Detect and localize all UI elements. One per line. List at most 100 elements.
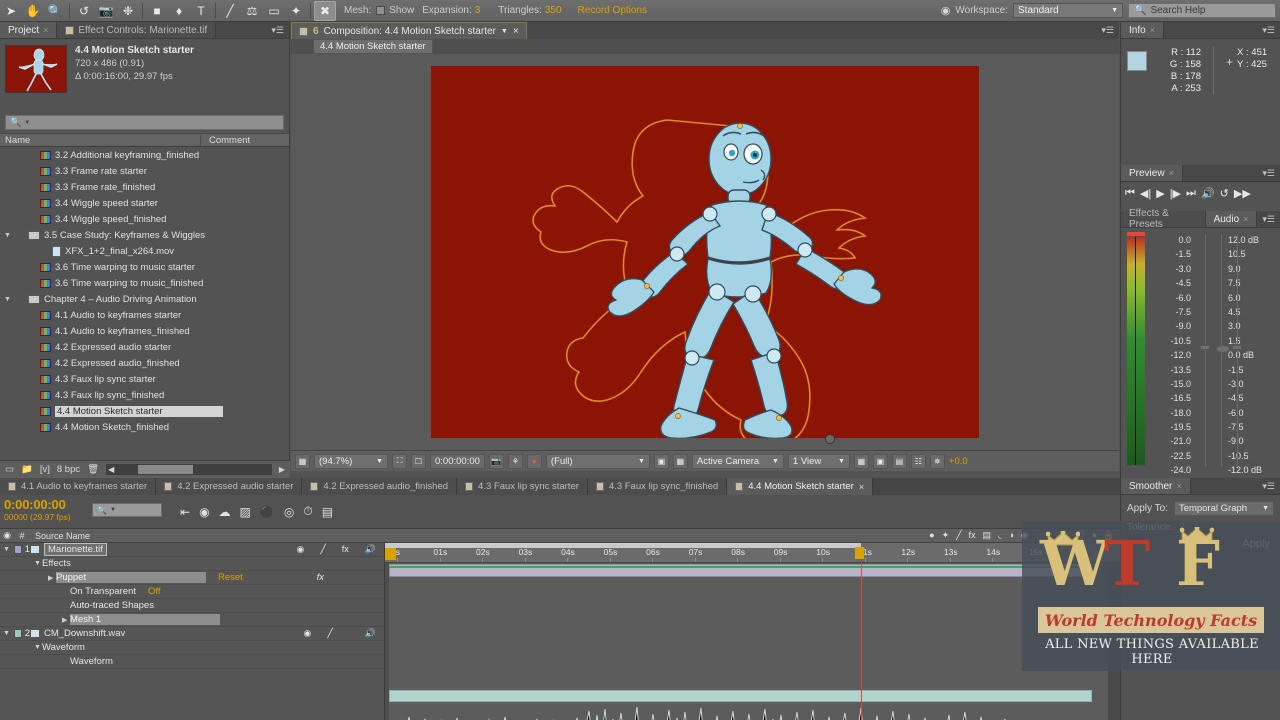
panel-menu-icon[interactable]: ▾☰ bbox=[266, 22, 289, 38]
disclosure-triangle-icon[interactable]: ▼ bbox=[3, 630, 11, 637]
clone-stamp-tool-icon[interactable]: ⚖ bbox=[241, 1, 263, 21]
layer-switch-fx[interactable]: fx bbox=[342, 544, 349, 555]
project-item[interactable]: 3.4 Wiggle speed_finished bbox=[0, 211, 289, 227]
draft-3d-icon[interactable]: ◉ bbox=[199, 505, 209, 519]
selection-tool-icon[interactable]: ➤ bbox=[0, 1, 22, 21]
layer-color-chip[interactable] bbox=[14, 629, 22, 638]
exposure-value[interactable]: +0.0 bbox=[949, 456, 968, 467]
frame-blend-switch-icon[interactable]: ▤ bbox=[983, 530, 992, 541]
camera-view-select[interactable]: Active Camera ▼ bbox=[691, 453, 784, 469]
next-frame-icon[interactable]: |▶ bbox=[1170, 187, 1181, 200]
project-item[interactable]: 3.4 Wiggle speed starter bbox=[0, 195, 289, 211]
zoom-tool-icon[interactable]: 🔍 bbox=[44, 1, 66, 21]
slider-knob-center[interactable] bbox=[1216, 345, 1230, 353]
comp-flowchart-view-icon[interactable]: ☷ bbox=[910, 453, 926, 469]
shy-layers-icon[interactable]: ⚫ bbox=[260, 505, 275, 519]
bit-depth-icon[interactable]: [v] bbox=[40, 464, 50, 475]
project-item[interactable]: 4.4 Motion Sketch_finished bbox=[0, 419, 289, 435]
disclosure-triangle-icon[interactable]: ▶ bbox=[48, 574, 56, 582]
comp-subtab-chip[interactable]: 4.4 Motion Sketch starter bbox=[313, 39, 433, 54]
project-item[interactable]: 3.3 Frame rate_finished bbox=[0, 179, 289, 195]
timeline-property-row[interactable]: Auto-traced Shapes bbox=[0, 599, 384, 613]
comp-timecode[interactable]: 0:00:00:00 bbox=[430, 453, 485, 469]
tab-project[interactable]: Project × bbox=[0, 22, 58, 38]
project-item[interactable]: ▼ 3.5 Case Study: Keyframes & Wiggles bbox=[0, 227, 289, 243]
layer-name[interactable]: Marionette.tif bbox=[44, 543, 107, 556]
tab-audio[interactable]: Audio × bbox=[1205, 211, 1258, 227]
chevron-down-icon[interactable]: ▼ bbox=[501, 28, 508, 35]
scroll-left-icon[interactable]: ◀ bbox=[106, 465, 116, 474]
timeline-ruler[interactable]: 0s01s02s03s04s05s06s07s08s09s10s11s12s13… bbox=[385, 543, 1120, 563]
column-name[interactable]: Name bbox=[0, 135, 200, 146]
tab-smoother[interactable]: Smoother × bbox=[1121, 478, 1191, 494]
scroll-thumb[interactable] bbox=[138, 465, 194, 474]
timeline-property-row[interactable]: ▼ Waveform bbox=[0, 641, 384, 655]
timeline-tab[interactable]: 4.2 Expressed audio_finished bbox=[302, 478, 458, 495]
bit-depth-label[interactable]: 8 bpc bbox=[57, 464, 80, 475]
close-icon[interactable]: × bbox=[1243, 214, 1248, 224]
timeline-tab[interactable]: 4.3 Faux lip sync_finished bbox=[587, 478, 728, 495]
current-time-indicator-handle[interactable] bbox=[385, 548, 396, 560]
close-icon[interactable]: × bbox=[1176, 481, 1181, 491]
comp-flowchart-icon[interactable]: ▦ bbox=[295, 453, 310, 469]
frame-blending-icon[interactable]: ▨ bbox=[240, 505, 251, 519]
property-label[interactable]: Mesh 1 bbox=[70, 614, 220, 625]
search-help-input[interactable]: 🔍 Search Help bbox=[1128, 3, 1276, 18]
pixel-aspect-icon[interactable]: ▦ bbox=[853, 453, 869, 469]
audio-toggle-icon[interactable]: 🔊 bbox=[1201, 187, 1215, 200]
workspace-select[interactable]: Standard ▼ bbox=[1013, 3, 1123, 18]
layer-switch-quality[interactable]: ╱ bbox=[320, 544, 325, 555]
effect-fx-icon[interactable]: fx bbox=[317, 572, 384, 583]
source-name-header[interactable]: Source Name bbox=[30, 531, 904, 541]
channel-icon[interactable]: ● bbox=[526, 453, 542, 469]
motion-blur-icon[interactable]: ☁ bbox=[219, 505, 231, 519]
tab-effects-presets[interactable]: Effects & Presets bbox=[1121, 208, 1206, 230]
ram-preview-icon[interactable]: ▶▶ bbox=[1234, 187, 1251, 200]
layer-color-chip[interactable] bbox=[14, 545, 22, 554]
slider-knob-right[interactable] bbox=[1232, 345, 1242, 350]
project-hscrollbar[interactable]: ◀ bbox=[106, 464, 272, 475]
work-area-bar[interactable] bbox=[385, 543, 861, 548]
shape-tool-icon[interactable]: ■ bbox=[146, 1, 168, 21]
delete-icon[interactable]: 🗑 bbox=[87, 464, 99, 475]
magnification-select[interactable]: (94.7%) ▼ bbox=[314, 453, 388, 469]
eraser-tool-icon[interactable]: ▭ bbox=[263, 1, 285, 21]
column-comment[interactable]: Comment bbox=[200, 134, 289, 146]
timeline-search-input[interactable]: 🔍 ▼ bbox=[92, 503, 162, 517]
project-item[interactable]: 4.2 Expressed audio starter bbox=[0, 339, 289, 355]
view-layout-select[interactable]: 1 View ▼ bbox=[787, 453, 850, 469]
project-item[interactable]: 3.2 Additional keyframing_finished bbox=[0, 147, 289, 163]
rotation-tool-icon[interactable]: ↺ bbox=[73, 1, 95, 21]
disclosure-triangle-icon[interactable]: ▼ bbox=[4, 232, 12, 239]
shy-switch-icon[interactable]: ● bbox=[929, 530, 934, 541]
timeline-property-row[interactable]: On Transparent Off bbox=[0, 585, 384, 599]
last-frame-icon[interactable]: ⏭ bbox=[1186, 187, 1196, 200]
play-icon[interactable]: ▶ bbox=[1156, 187, 1164, 200]
show-mesh-checkbox[interactable] bbox=[376, 6, 386, 15]
panel-menu-icon[interactable]: ▾☰ bbox=[1257, 211, 1280, 227]
timeline-property-row[interactable]: ▶ Mesh 1 bbox=[0, 613, 384, 627]
layer-switch-av[interactable]: ◉ bbox=[304, 628, 312, 639]
property-label[interactable]: Auto-traced Shapes bbox=[70, 600, 154, 611]
scroll-right-icon[interactable]: ▶ bbox=[279, 465, 285, 474]
slider-track-left[interactable] bbox=[1205, 234, 1206, 466]
project-item[interactable]: 4.2 Expressed audio_finished bbox=[0, 355, 289, 371]
property-label[interactable]: Waveform bbox=[70, 656, 113, 667]
project-search-input[interactable]: 🔍 ▼ bbox=[5, 115, 284, 130]
previous-frame-icon[interactable]: ◀| bbox=[1140, 187, 1151, 200]
layer-switch-av[interactable]: ◉ bbox=[296, 544, 304, 555]
clip-indicator[interactable] bbox=[1127, 232, 1145, 236]
project-item[interactable]: 4.4 Motion Sketch starter bbox=[0, 403, 289, 419]
tab-effect-controls[interactable]: Effect Controls: Marionette.tif bbox=[57, 22, 217, 38]
project-item[interactable]: XFX_1+2_final_x264.mov bbox=[0, 243, 289, 259]
panel-menu-icon[interactable]: ▾☰ bbox=[1257, 478, 1280, 494]
target-region-icon[interactable]: ▣ bbox=[653, 453, 669, 469]
timeline-property-row[interactable]: ▼ Effects bbox=[0, 557, 384, 571]
property-label[interactable]: On Transparent bbox=[70, 586, 136, 597]
project-item[interactable]: 3.6 Time warping to music starter bbox=[0, 259, 289, 275]
timeline-link-icon[interactable]: ▤ bbox=[891, 453, 907, 469]
camera-tool-icon[interactable]: 📷 bbox=[95, 1, 117, 21]
grid-guides-icon[interactable]: ☐ bbox=[411, 453, 426, 469]
audio-sliders[interactable] bbox=[1191, 232, 1242, 473]
composition-canvas[interactable] bbox=[431, 66, 979, 449]
